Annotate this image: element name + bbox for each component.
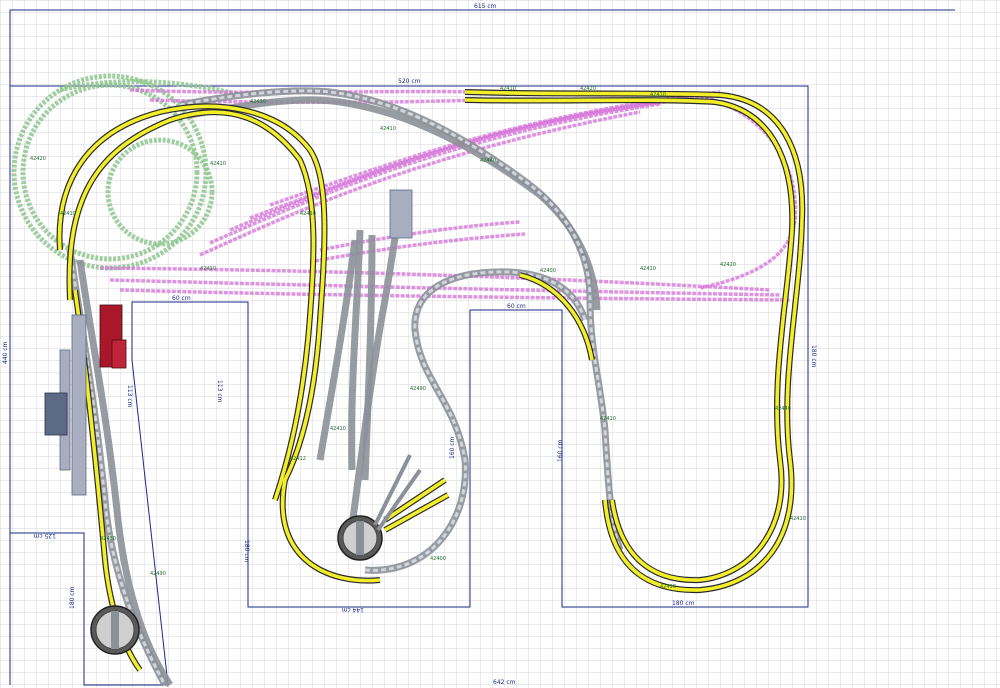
track-plan-canvas: 615 cm 520 cm 440 cm 180 cm 642 cm 60 cm… <box>0 0 1000 688</box>
part-label: 42410 <box>330 426 346 432</box>
dim-right-notch-width: 60 cm <box>507 303 526 310</box>
dim-top-width: 615 cm <box>474 3 497 10</box>
part-label: 42400 <box>540 268 556 274</box>
dim-left-notch-width: 60 cm <box>172 295 191 302</box>
part-label: 42490 <box>410 386 426 392</box>
part-label: 42410 <box>380 126 396 132</box>
dim-left-height: 440 cm <box>2 341 9 364</box>
dim-center-pen-right: 160 cm <box>449 436 456 459</box>
part-label: 42440 <box>480 158 496 164</box>
part-label: 42410 <box>790 516 806 522</box>
dim-right-pen-left: 160 cm <box>557 439 564 462</box>
part-label: 42410 <box>300 211 316 217</box>
part-label: 42420 <box>580 86 596 92</box>
dim-center-pen-left: 180 cm <box>243 540 250 563</box>
part-label: 42430 <box>100 536 116 542</box>
dim-center-pen-bottom: 144 cm <box>341 606 364 613</box>
building-slate <box>44 392 68 436</box>
dim-lower-left-width: 125 cm <box>33 532 56 539</box>
part-label: 42410 <box>200 266 216 272</box>
part-label: 42490 <box>150 571 166 577</box>
part-label: 42410 <box>60 211 76 217</box>
part-label: 42410 <box>640 266 656 272</box>
station-platform-long <box>71 314 87 496</box>
part-label: 42400 <box>430 556 446 562</box>
dim-bottom-width: 642 cm <box>493 679 516 686</box>
part-label: 42410 <box>650 92 666 98</box>
dim-right-pen-bottom: 180 cm <box>672 600 695 607</box>
part-label: 42410 <box>210 161 226 167</box>
part-label: 42410 <box>600 416 616 422</box>
part-label: 42410 <box>500 86 516 92</box>
dim-right-height: 180 cm <box>810 345 817 368</box>
part-label: 42440 <box>775 406 791 412</box>
dim-left-notch-side: 113 cm <box>126 385 133 408</box>
dim-inner-width: 520 cm <box>398 78 421 85</box>
building-blue-grey <box>389 189 413 239</box>
building-red-annex <box>111 339 127 369</box>
part-label: 42420 <box>720 262 736 268</box>
part-label: 42430 <box>250 99 266 105</box>
part-label: 42412 <box>290 456 306 462</box>
part-label: 42410 <box>660 584 676 590</box>
turntable-lower-left <box>90 605 140 655</box>
dim-left-notch-depth: 113 cm <box>216 380 223 403</box>
part-label: 42420 <box>30 156 46 162</box>
dim-lower-left-height: 180 cm <box>69 586 76 609</box>
